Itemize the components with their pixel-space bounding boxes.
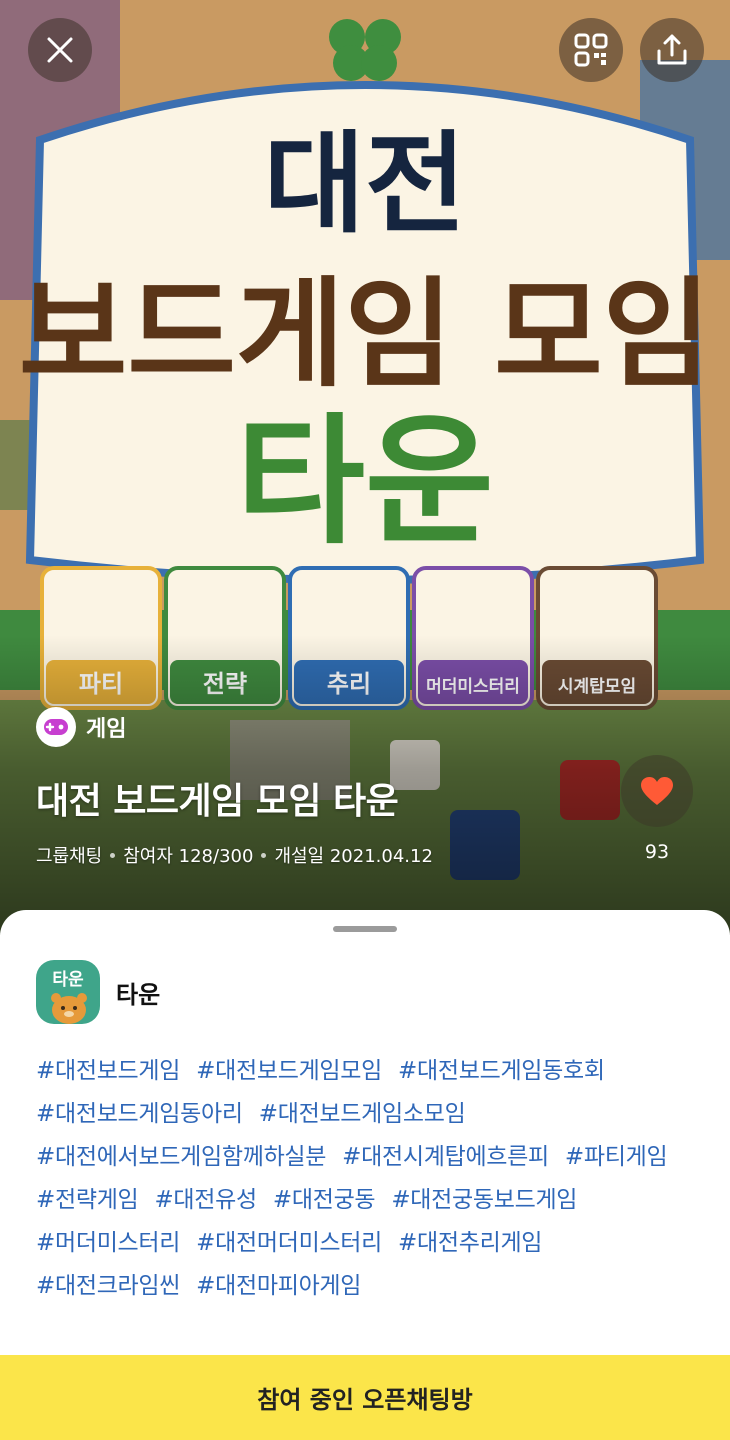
- hashtag-link[interactable]: #대전보드게임모임: [196, 1058, 382, 1084]
- share-button[interactable]: [640, 18, 704, 82]
- hashtag-link[interactable]: #대전궁동: [273, 1187, 376, 1213]
- hashtag-link[interactable]: #대전유성: [154, 1187, 257, 1213]
- hashtag-link[interactable]: #대전시계탑에흐른피: [342, 1144, 549, 1170]
- hashtag-link[interactable]: #대전에서보드게임함께하실분: [36, 1144, 326, 1170]
- hashtag-link[interactable]: #대전크라임씬: [36, 1273, 180, 1299]
- host-avatar: 타운: [36, 960, 100, 1024]
- game-controller-icon: [36, 707, 76, 747]
- host-name: 타운: [116, 980, 161, 1009]
- hashtag-link[interactable]: #대전궁동보드게임: [391, 1187, 577, 1213]
- category-label: 게임: [86, 717, 127, 742]
- close-icon: [47, 37, 73, 63]
- sheet-grabber[interactable]: [333, 926, 397, 932]
- banner-title-2: 보드게임 모임: [19, 265, 711, 403]
- category-tag[interactable]: 게임: [36, 707, 126, 747]
- hashtag-list: #대전보드게임 #대전보드게임모임 #대전보드게임동호회 #대전보드게임동아리 …: [36, 1050, 696, 1308]
- like-button[interactable]: [621, 755, 693, 827]
- room-meta: 그룹채팅 참여자 128/300 개설일 2021.04.12: [36, 842, 433, 868]
- host-profile[interactable]: 타운 타운: [36, 960, 160, 1024]
- hashtag-link[interactable]: #대전보드게임: [36, 1058, 180, 1084]
- join-label: 참여 중인 오픈채팅방: [257, 1386, 473, 1414]
- hashtag-link[interactable]: #대전보드게임동호회: [398, 1058, 605, 1084]
- separator-dot: [261, 852, 267, 858]
- hashtag-link[interactable]: #대전마피아게임: [196, 1273, 361, 1299]
- room-title: 대전 보드게임 모임 타운: [36, 781, 399, 822]
- banner-title-3: 타운: [236, 401, 494, 564]
- participant-count: 참여자 128/300: [123, 846, 254, 867]
- heart-icon: [641, 777, 673, 805]
- qr-code-button[interactable]: [559, 18, 623, 82]
- hashtag-link[interactable]: #대전추리게임: [398, 1230, 542, 1256]
- room-type: 그룹채팅: [36, 846, 103, 867]
- share-icon: [657, 34, 687, 65]
- join-chatroom-button[interactable]: 참여 중인 오픈채팅방: [0, 1355, 730, 1440]
- qr-code-icon: [574, 33, 608, 67]
- hashtag-link[interactable]: #대전보드게임소모임: [259, 1101, 466, 1127]
- banner-title-1: 대전: [264, 120, 466, 248]
- separator-dot: [110, 852, 116, 858]
- hashtag-link[interactable]: #파티게임: [565, 1144, 668, 1170]
- hashtag-link[interactable]: #대전보드게임동아리: [36, 1101, 243, 1127]
- cover-image: 대전 보드게임 모임 타운 파티전략추리머더미스터리시계탑모임: [0, 0, 730, 935]
- character-icon: [51, 993, 87, 1024]
- hashtag-link[interactable]: #머더미스터리: [36, 1230, 180, 1256]
- hashtag-link[interactable]: #전략게임: [36, 1187, 139, 1213]
- hashtag-link[interactable]: #대전머더미스터리: [196, 1230, 382, 1256]
- close-button[interactable]: [28, 18, 92, 82]
- like-count: 93: [644, 841, 670, 863]
- created-date: 개설일 2021.04.12: [274, 846, 433, 867]
